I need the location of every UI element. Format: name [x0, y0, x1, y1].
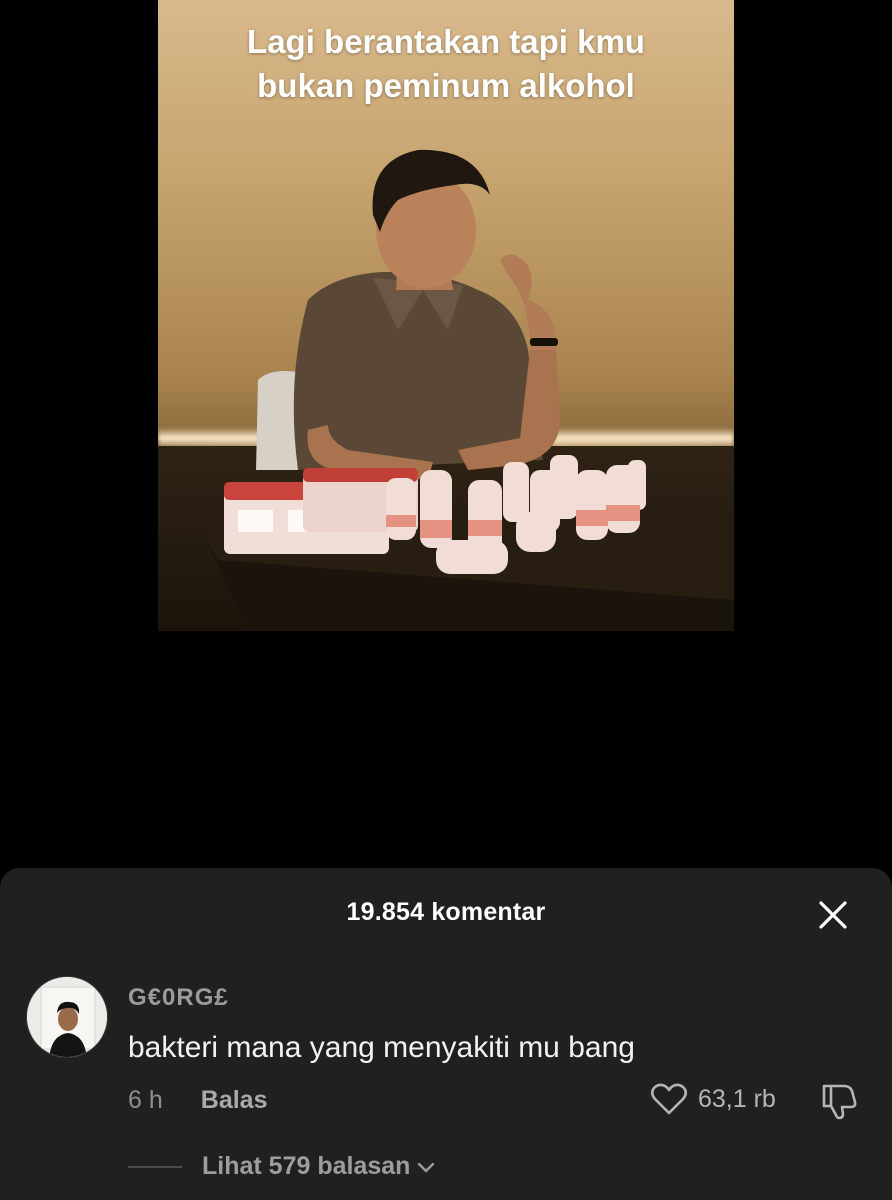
- replies-divider: [128, 1165, 182, 1168]
- close-icon: [819, 901, 847, 929]
- comment-time: 6 h: [128, 1086, 163, 1114]
- chevron-down-icon: [416, 1160, 436, 1174]
- like-count: 63,1 rb: [698, 1084, 776, 1113]
- avatar[interactable]: [26, 976, 108, 1058]
- view-replies-button[interactable]: Lihat 579 balasan: [128, 1152, 436, 1181]
- thumbs-down-icon: [822, 1084, 857, 1120]
- video-caption: Lagi berantakan tapi kmu bukan peminum a…: [247, 23, 645, 104]
- avatar-image: [27, 977, 107, 1057]
- comments-count-title: 19.854 komentar: [346, 898, 546, 926]
- comment-meta: 6 h Balas: [128, 1086, 267, 1115]
- close-button[interactable]: [812, 894, 854, 936]
- reply-button[interactable]: Balas: [201, 1086, 268, 1115]
- comment-username[interactable]: G€0RG£: [128, 984, 229, 1012]
- video-player[interactable]: Lagi berantakan tapi kmu bukan peminum a…: [158, 0, 734, 631]
- chair-shape: [256, 371, 300, 470]
- like-button[interactable]: 63,1 rb: [650, 1082, 776, 1116]
- heart-outline-icon: [650, 1083, 688, 1115]
- dislike-button[interactable]: [816, 1080, 860, 1122]
- view-replies-label: Lihat 579 balasan: [202, 1152, 411, 1180]
- comment-text: bakteri mana yang menyakiti mu bang: [128, 1031, 635, 1064]
- tiktok-screen: Lagi berantakan tapi kmu bukan peminum a…: [0, 0, 892, 1200]
- comments-sheet: 19.854 komentar G€0RG£ bakteri mana yang…: [0, 868, 892, 1200]
